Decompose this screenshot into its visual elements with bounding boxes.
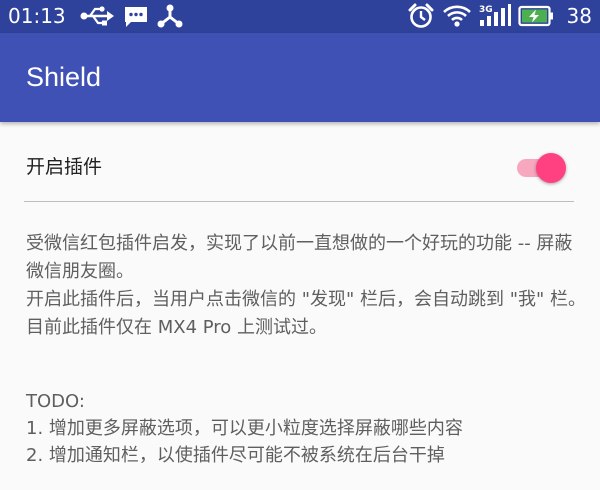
todo-item: 1. 增加更多屏蔽选项，可以更小粒度选择屏蔽哪些内容 bbox=[26, 418, 463, 439]
enable-plugin-row[interactable]: 开启插件 bbox=[0, 140, 600, 198]
sync-icon bbox=[156, 4, 184, 32]
app-bar: Shield bbox=[0, 33, 600, 122]
todo-heading: TODO: bbox=[26, 391, 85, 412]
description-paragraph: 开启此插件后，当用户点击微信的 "发现" 栏后，会自动跳到 "我" 栏。 bbox=[26, 289, 587, 310]
enable-plugin-label: 开启插件 bbox=[26, 156, 103, 178]
chat-icon bbox=[123, 6, 149, 32]
description: 受微信红包插件启发，实现了以前一直想做的一个好玩的功能 -- 屏蔽微信朋友圈。 … bbox=[26, 230, 586, 342]
battery-charging-icon bbox=[518, 4, 554, 32]
svg-text:3G: 3G bbox=[479, 5, 493, 15]
battery-percent: 38 bbox=[566, 4, 592, 28]
alarm-icon bbox=[407, 3, 435, 33]
usb-icon bbox=[80, 5, 114, 31]
description-paragraph: 受微信红包插件启发，实现了以前一直想做的一个好玩的功能 -- 屏蔽微信朋友圈。 bbox=[26, 233, 573, 282]
enable-plugin-switch[interactable] bbox=[511, 150, 571, 186]
switch-thumb bbox=[536, 153, 566, 183]
divider bbox=[24, 201, 574, 202]
status-time: 01:13 bbox=[8, 4, 66, 28]
3g-signal-icon: 3G bbox=[478, 3, 512, 33]
todo-section: TODO: 1. 增加更多屏蔽选项，可以更小粒度选择屏蔽哪些内容 2. 增加通知… bbox=[26, 388, 586, 469]
app-title: Shield bbox=[26, 62, 102, 92]
status-bar: 01:13 3G 38 bbox=[0, 0, 600, 33]
wifi-icon bbox=[442, 4, 472, 32]
todo-item: 2. 增加通知栏，以使插件尽可能不被系统在后台干掉 bbox=[26, 445, 445, 466]
description-paragraph: 目前此插件仅在 MX4 Pro 上测试过。 bbox=[26, 317, 328, 338]
